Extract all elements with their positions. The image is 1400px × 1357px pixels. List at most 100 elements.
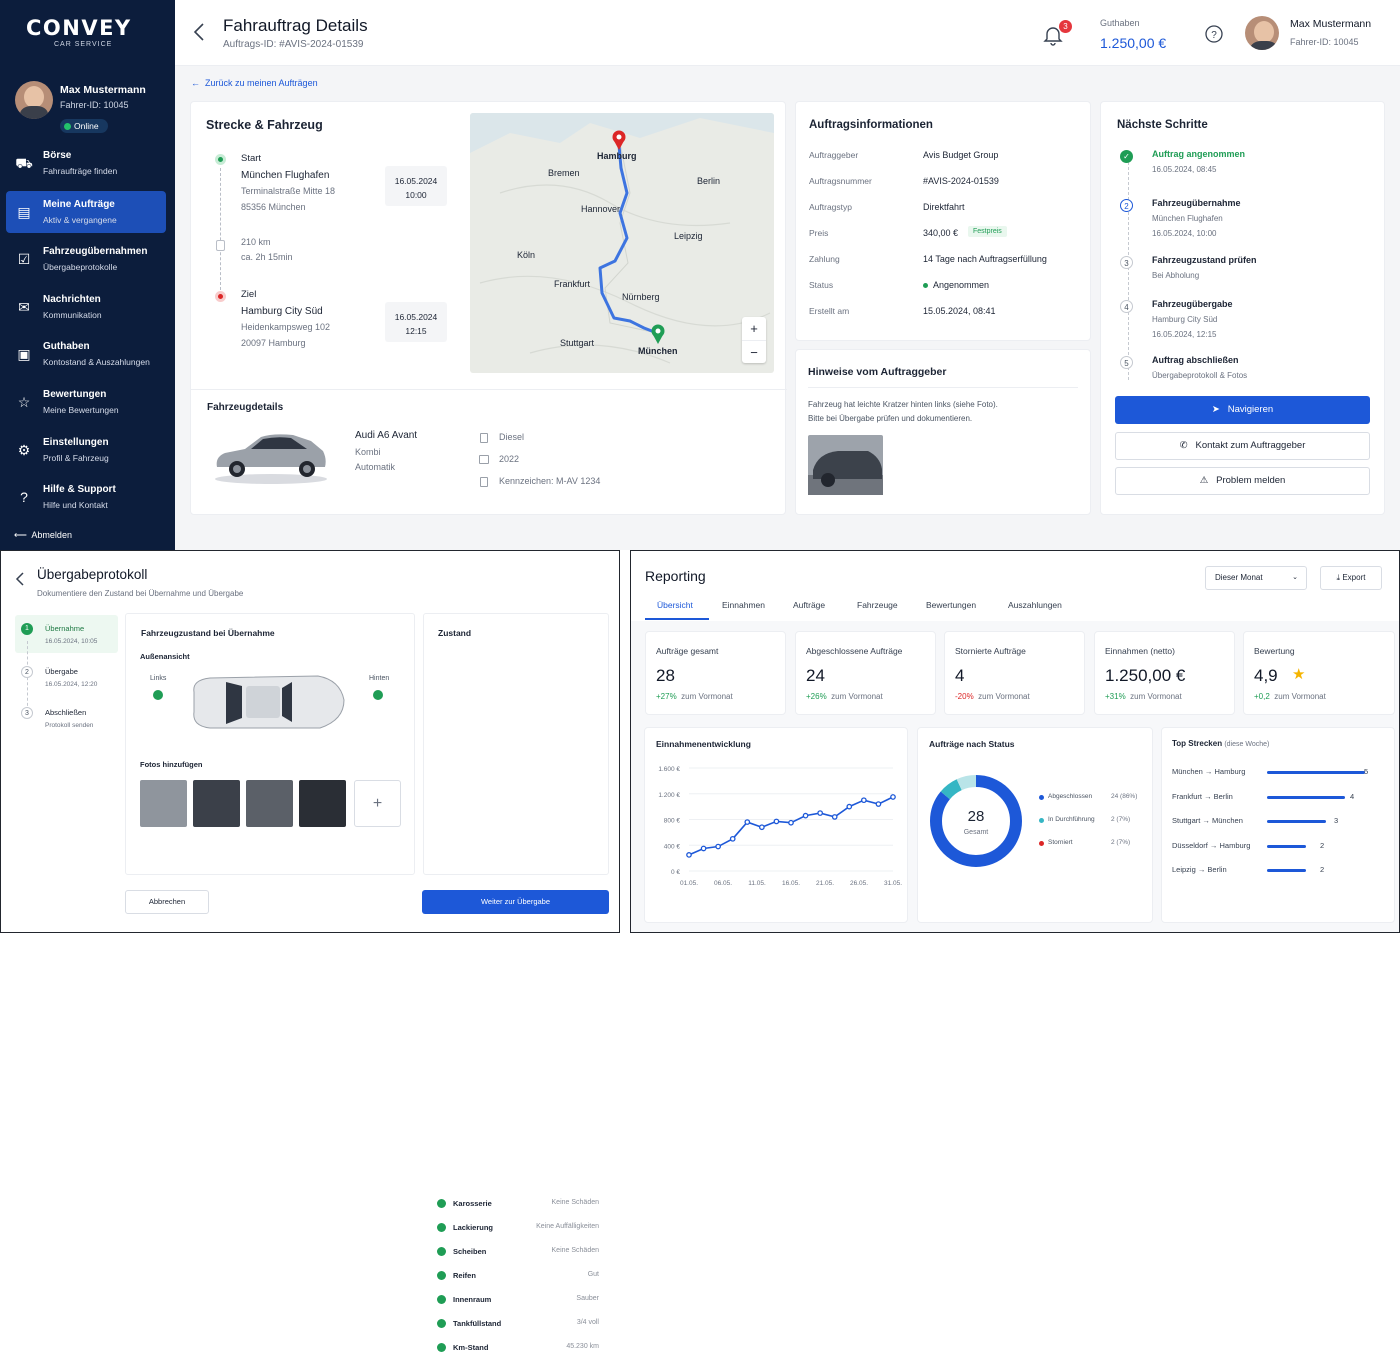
- route-map[interactable]: Hamburg Bremen Berlin Hannover Leipzig K…: [470, 113, 774, 373]
- damage-photo-thumbnail[interactable]: [808, 435, 883, 495]
- y-tick-label: 1.600 €: [658, 766, 680, 773]
- sidebar-item-1[interactable]: ▤ Meine Aufträge Aktiv & vergangene: [6, 191, 166, 233]
- condition-row: Reifen Gut: [437, 1269, 599, 1285]
- start-dot-icon: [215, 154, 226, 165]
- condition-value: 45.230 km: [566, 1343, 599, 1350]
- back-chevron-icon[interactable]: [193, 22, 205, 42]
- tab-0[interactable]: Übersicht: [657, 600, 693, 610]
- sidebar-item-3[interactable]: ✉ Nachrichten Kommunikation: [6, 286, 166, 328]
- legend-label: Abgeschlossen: [1048, 793, 1093, 800]
- route-bar: [1267, 771, 1365, 774]
- condition-row: Tankfüllstand 3/4 voll: [437, 1317, 599, 1333]
- legend-value: 24 (86%): [1111, 793, 1138, 800]
- kpi-delta: -20% zum Vormonat: [955, 692, 1030, 701]
- check-circle-icon: [437, 1319, 446, 1328]
- condition-title: Fahrzeugzustand bei Übernahme: [141, 628, 275, 638]
- revenue-data-point: [861, 797, 867, 804]
- map-city-koeln: Köln: [517, 250, 535, 260]
- protocol-step-detail: Protokoll senden: [45, 722, 94, 729]
- header-avatar[interactable]: [1245, 16, 1279, 50]
- x-tick-label: 16.05.: [782, 880, 800, 887]
- step-indicator: 5: [1120, 356, 1133, 369]
- divider: [191, 389, 787, 390]
- x-tick-label: 01.05.: [680, 880, 698, 887]
- step-indicator: 4: [1120, 300, 1133, 313]
- kpi-title: Bewertung: [1254, 646, 1295, 656]
- route-vehicle-card: Strecke & Fahrzeug Start München Flughaf…: [190, 101, 787, 515]
- sidebar-item-4[interactable]: ▣ Guthaben Kontostand & Auszahlungen: [6, 333, 166, 375]
- tab-4[interactable]: Bewertungen: [926, 600, 976, 610]
- navigation-arrow-icon: ➤: [1211, 404, 1220, 415]
- photo-thumbnail-2[interactable]: [193, 780, 240, 827]
- back-chevron-icon[interactable]: [15, 571, 25, 587]
- route-name: München → Hamburg: [1172, 767, 1246, 776]
- start-datetime: 16.05.2024 10:00: [385, 166, 447, 206]
- sidebar-item-7[interactable]: ? Hilfe & Support Hilfe und Kontakt: [6, 476, 166, 518]
- revenue-data-point: [802, 812, 809, 819]
- logout-button[interactable]: ⟵ Abmelden: [14, 530, 72, 541]
- map-city-bremen: Bremen: [548, 168, 580, 178]
- zoom-out-button[interactable]: −: [742, 340, 766, 363]
- zoom-in-button[interactable]: +: [742, 317, 766, 340]
- route-row: Frankfurt → Berlin 4: [1172, 792, 1372, 806]
- help-icon: ?: [20, 489, 28, 505]
- kpi-delta: +27% zum Vormonat: [656, 692, 733, 701]
- add-photo-button[interactable]: +: [354, 780, 401, 827]
- arrow-left-icon: ⟵: [14, 530, 27, 540]
- tab-3[interactable]: Fahrzeuge: [857, 600, 898, 610]
- revenue-data-point: [729, 835, 736, 842]
- report-problem-button[interactable]: ⚠ Problem melden: [1115, 467, 1370, 495]
- export-button[interactable]: ⤓ Export: [1320, 566, 1382, 590]
- contact-client-button[interactable]: ✆ Kontakt zum Auftraggeber: [1115, 432, 1370, 460]
- route-count: 2: [1320, 840, 1325, 850]
- help-icon[interactable]: ?: [1205, 25, 1223, 43]
- kpi-value: 4,9: [1254, 666, 1278, 685]
- distance-icon: [216, 240, 225, 251]
- tab-2[interactable]: Aufträge: [793, 600, 825, 610]
- back-to-orders-link[interactable]: ← Zurück zu meinen Aufträgen: [191, 78, 318, 88]
- sidebar-item-0[interactable]: ⛟ Börse Fahraufträge finden: [6, 142, 166, 184]
- sidebar-item-5[interactable]: ☆ Bewertungen Meine Bewertungen: [6, 381, 166, 423]
- cancel-button[interactable]: Abbrechen: [125, 890, 209, 914]
- start-location: München Flughafen: [241, 170, 330, 181]
- route-row: Leipzig → Berlin 2: [1172, 865, 1372, 879]
- notes-text-1: Fahrzeug hat leichte Kratzer hinten link…: [808, 400, 998, 409]
- period-select[interactable]: Dieser Monat ⌄: [1205, 566, 1307, 590]
- photo-thumbnail-3[interactable]: [246, 780, 293, 827]
- kpi-title: Abgeschlossene Aufträge: [806, 646, 903, 656]
- check-circle-icon: [437, 1247, 446, 1256]
- kpi-card: Aufträge gesamt 28 +27% zum Vormonat: [645, 631, 786, 715]
- vehicle-topview-image: [193, 675, 345, 729]
- map-city-leipzig: Leipzig: [674, 231, 703, 241]
- step-detail: 16.05.2024, 10:00: [1152, 229, 1217, 238]
- revenue-data-point: [744, 819, 751, 825]
- vehicle-fuel: Diesel: [499, 432, 525, 442]
- condition-value: 3/4 voll: [576, 1319, 599, 1326]
- kpi-value: 24: [806, 666, 825, 685]
- exterior-label: Außenansicht: [140, 652, 190, 661]
- vehicle-condition-card: Fahrzeugzustand bei Übernahme Außenansic…: [125, 613, 415, 875]
- order-info-title: Auftragsinformationen: [809, 119, 933, 131]
- revenue-line-chart: 0 € 400 € 800 € 1.200 € 1.600 € 01.05. 06.05. 1…: [658, 766, 902, 887]
- photo-thumbnail-1[interactable]: [140, 780, 187, 827]
- photo-thumbnail-4[interactable]: [299, 780, 346, 827]
- chevron-down-icon: ⌄: [1292, 574, 1298, 581]
- continue-handover-button[interactable]: Weiter zur Übergabe: [422, 890, 609, 914]
- next-steps-title: Nächste Schritte: [1117, 119, 1208, 131]
- route-count: 3: [1334, 816, 1339, 825]
- map-city-stuttgart: Stuttgart: [560, 338, 595, 348]
- tab-5[interactable]: Auszahlungen: [1008, 600, 1062, 610]
- revenue-data-point: [831, 814, 838, 820]
- sidebar-item-2[interactable]: ☑ Fahrzeugübernahmen Übergabeprotokolle: [6, 238, 166, 280]
- calendar-icon: [479, 455, 489, 464]
- license-plate-icon: [480, 477, 488, 487]
- tab-1[interactable]: Einnahmen: [722, 600, 765, 610]
- sidebar-item-6[interactable]: ⚙ Einstellungen Profil & Fahrzeug: [6, 429, 166, 471]
- route-name: Stuttgart → München: [1172, 816, 1243, 825]
- donut-total: 28: [967, 808, 985, 825]
- info-label: Auftraggeber: [809, 150, 859, 160]
- navigate-button[interactable]: ➤ Navigieren: [1115, 396, 1370, 424]
- vehicle-transmission: Automatik: [355, 462, 396, 472]
- destination-city: 20097 Hamburg: [241, 338, 306, 348]
- kpi-delta: +31% zum Vormonat: [1105, 692, 1182, 701]
